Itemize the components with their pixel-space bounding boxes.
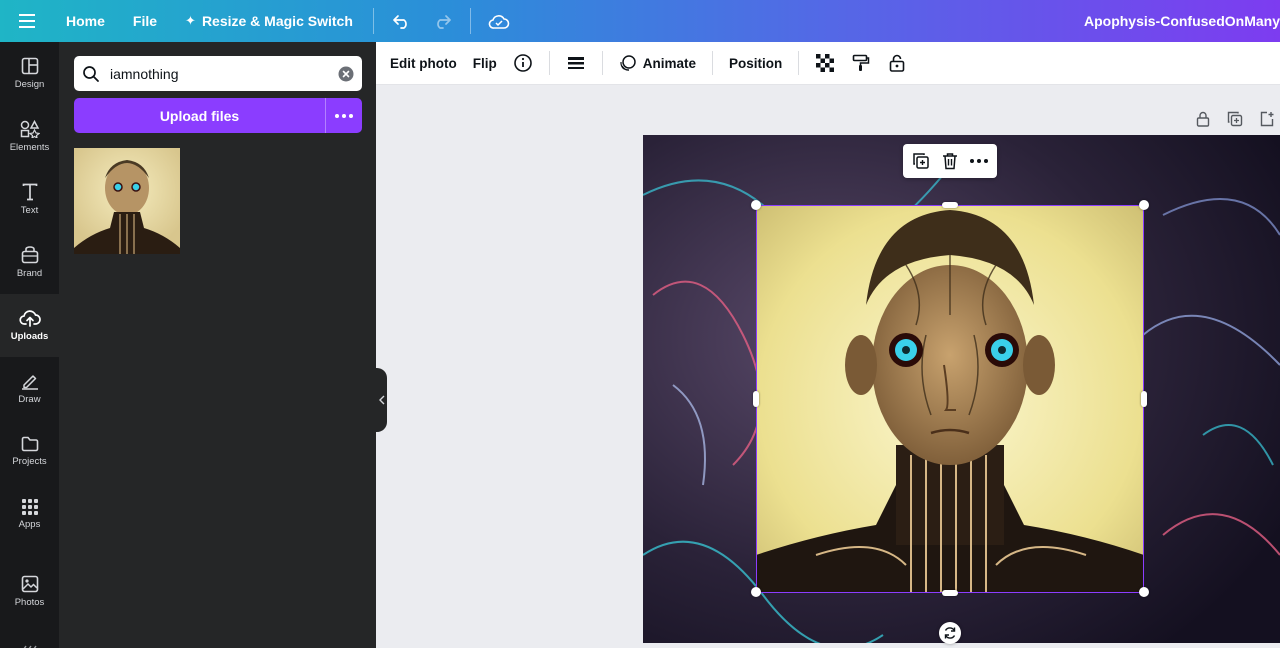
redo-icon[interactable] bbox=[422, 0, 462, 42]
collapse-panel-button[interactable] bbox=[376, 368, 387, 432]
resize-handle-right[interactable] bbox=[1141, 391, 1147, 407]
rail-item-apps[interactable]: Apps bbox=[0, 483, 59, 546]
position-button[interactable]: Position bbox=[721, 56, 790, 71]
apps-grid-icon bbox=[21, 499, 38, 515]
text-icon bbox=[22, 183, 37, 201]
more-options-icon[interactable] bbox=[966, 148, 992, 174]
folder-icon bbox=[21, 436, 38, 452]
context-toolbar: Edit photo Flip Animate Position bbox=[376, 42, 1280, 85]
upload-files-button[interactable]: Upload files bbox=[74, 98, 326, 133]
resize-handle-bottom-right[interactable] bbox=[1139, 587, 1149, 597]
border-style-icon[interactable] bbox=[562, 49, 590, 77]
rail-item-elements[interactable]: Elements bbox=[0, 105, 59, 168]
rotate-icon bbox=[944, 627, 956, 639]
divider bbox=[601, 51, 603, 75]
rail-item-projects[interactable]: Projects bbox=[0, 420, 59, 483]
sparkle-icon: ✦ bbox=[185, 13, 196, 28]
animate-button[interactable]: Animate bbox=[611, 54, 704, 72]
cloud-saved-icon[interactable] bbox=[479, 0, 519, 42]
lock-icon[interactable] bbox=[883, 49, 911, 77]
chevron-left-icon bbox=[378, 395, 384, 405]
selection-frame bbox=[756, 205, 1144, 593]
cloud-upload-icon bbox=[18, 310, 41, 327]
rail-item-design[interactable]: Design bbox=[0, 42, 59, 105]
more-upload-options-icon[interactable] bbox=[326, 98, 362, 133]
rail-label: Elements bbox=[9, 142, 50, 153]
element-floating-toolbar bbox=[903, 144, 997, 178]
divider bbox=[798, 51, 800, 75]
rail-label: Uploads bbox=[10, 331, 49, 342]
top-bar: Home File ✦ Resize & Magic Switch Apophy… bbox=[0, 0, 1280, 42]
rail-label: Design bbox=[14, 79, 45, 90]
search-field[interactable]: iamnothing bbox=[74, 56, 362, 91]
upload-files-button-group: Upload files bbox=[74, 98, 362, 133]
add-page-icon[interactable] bbox=[1254, 108, 1280, 130]
design-title[interactable]: Apophysis-ConfusedOnMany bbox=[1084, 0, 1280, 42]
rail-label: Apps bbox=[18, 519, 41, 530]
rotate-handle[interactable] bbox=[939, 622, 961, 644]
uploads-panel: iamnothing Upload files bbox=[59, 42, 376, 648]
uploaded-image-thumbnail[interactable] bbox=[74, 148, 180, 254]
resize-handle-top-left[interactable] bbox=[751, 200, 761, 210]
rail-item-text[interactable]: Text bbox=[0, 168, 59, 231]
file-menu[interactable]: File bbox=[121, 0, 169, 42]
rail-item-draw[interactable]: Draw bbox=[0, 357, 59, 420]
shapes-icon bbox=[20, 120, 40, 138]
resize-handle-left[interactable] bbox=[753, 391, 759, 407]
trash-icon[interactable] bbox=[937, 148, 963, 174]
info-icon[interactable] bbox=[509, 49, 537, 77]
duplicate-element-icon[interactable] bbox=[908, 148, 934, 174]
lock-page-icon[interactable] bbox=[1190, 108, 1216, 130]
divider bbox=[372, 8, 374, 34]
resize-handle-bottom[interactable] bbox=[942, 590, 958, 596]
clear-search-icon[interactable] bbox=[338, 66, 354, 82]
brand-icon bbox=[21, 246, 38, 264]
rail-item-photos[interactable]: Photos bbox=[0, 560, 59, 623]
rail-item-uploads[interactable]: Uploads bbox=[0, 294, 59, 357]
resize-handle-top[interactable] bbox=[942, 202, 958, 208]
flip-button[interactable]: Flip bbox=[465, 56, 505, 71]
rail-label: Photos bbox=[14, 597, 45, 608]
rail-item-brand[interactable]: Brand bbox=[0, 231, 59, 294]
animate-label: Animate bbox=[642, 55, 696, 71]
animate-icon bbox=[620, 55, 636, 71]
rail-label: Brand bbox=[16, 268, 43, 279]
undo-icon[interactable] bbox=[382, 0, 422, 42]
edit-photo-button[interactable]: Edit photo bbox=[382, 56, 465, 71]
rail-label: Projects bbox=[12, 456, 47, 467]
rail-label: Text bbox=[20, 205, 39, 216]
divider bbox=[469, 8, 471, 34]
divider bbox=[712, 51, 713, 75]
divider bbox=[548, 51, 550, 75]
resize-handle-top-right[interactable] bbox=[1139, 200, 1149, 210]
rail-label: Draw bbox=[18, 394, 41, 405]
search-icon bbox=[83, 65, 99, 82]
paint-roller-icon[interactable] bbox=[847, 49, 875, 77]
duplicate-page-icon[interactable] bbox=[1222, 108, 1248, 130]
search-input[interactable]: iamnothing bbox=[110, 66, 338, 82]
resize-magic-switch-button[interactable]: ✦ Resize & Magic Switch bbox=[173, 0, 365, 42]
resize-label: Resize & Magic Switch bbox=[201, 13, 353, 29]
layout-icon bbox=[21, 57, 38, 75]
transparency-icon[interactable] bbox=[811, 49, 839, 77]
left-rail: Design Elements Text Brand Uploads Draw … bbox=[0, 42, 59, 648]
image-icon bbox=[21, 575, 38, 593]
home-button[interactable]: Home bbox=[54, 0, 117, 42]
more-rail-icon[interactable] bbox=[20, 640, 38, 648]
pen-icon bbox=[21, 375, 38, 390]
resize-handle-bottom-left[interactable] bbox=[751, 587, 761, 597]
page-tools bbox=[1190, 108, 1280, 130]
menu-icon[interactable] bbox=[0, 0, 54, 42]
